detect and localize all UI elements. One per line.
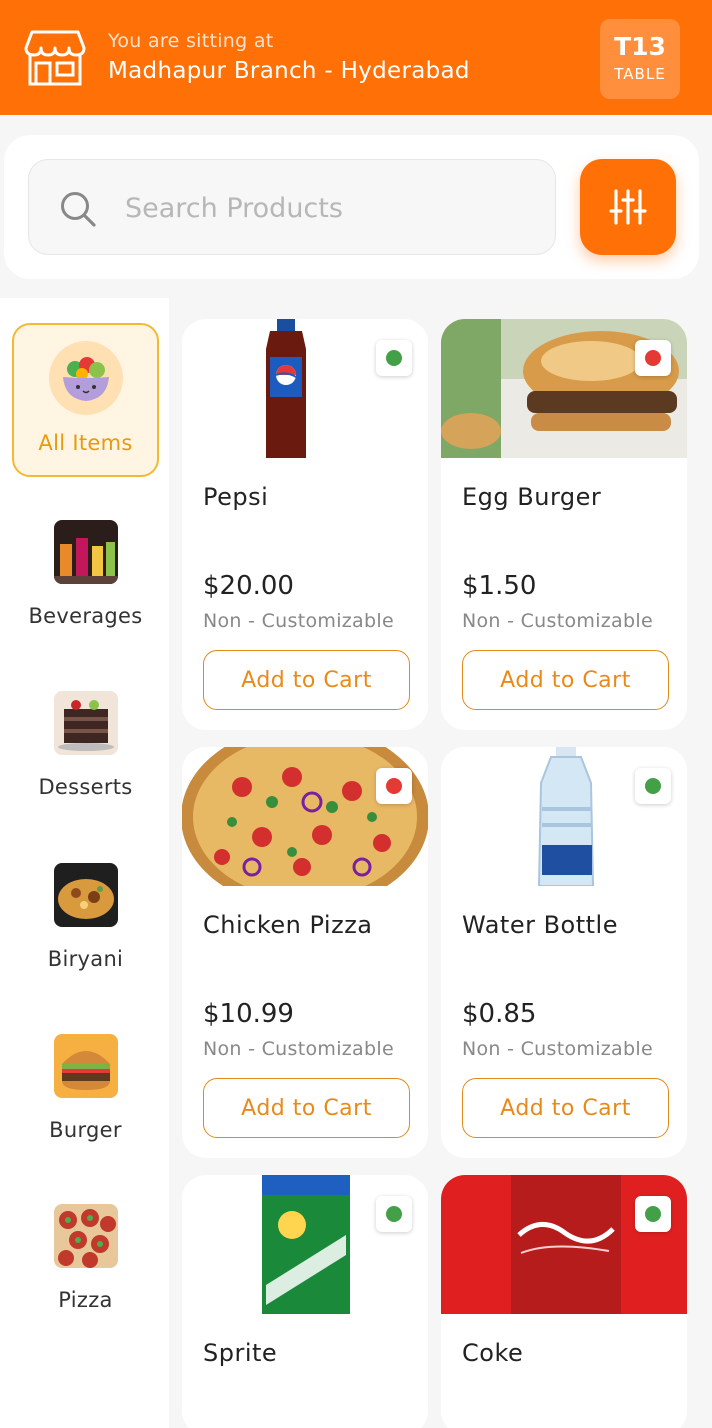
branch-name: Madhapur Branch - Hyderabad bbox=[108, 58, 470, 84]
product-price: $10.99 bbox=[203, 999, 294, 1029]
product-name: Water Bottle bbox=[462, 911, 618, 939]
cake-icon bbox=[53, 691, 118, 755]
category-beverages[interactable]: Beverages bbox=[12, 498, 159, 652]
product-price: $1.50 bbox=[462, 571, 537, 601]
product-note: Non - Customizable bbox=[203, 610, 394, 632]
pizza-icon bbox=[53, 1204, 118, 1268]
table-label: TABLE bbox=[614, 65, 666, 83]
search-panel bbox=[4, 135, 699, 279]
veg-indicator bbox=[635, 1196, 671, 1232]
salad-bowl-icon bbox=[48, 341, 123, 415]
category-label: Beverages bbox=[28, 604, 143, 628]
product-name: Sprite bbox=[203, 1339, 278, 1367]
add-to-cart-button[interactable]: Add to Cart bbox=[462, 650, 669, 710]
location-caption: You are sitting at bbox=[108, 30, 274, 52]
category-label: Biryani bbox=[47, 947, 124, 971]
product-card[interactable]: Pepsi $20.00 Non - Customizable Add to C… bbox=[182, 319, 428, 730]
add-to-cart-button[interactable]: Add to Cart bbox=[203, 650, 410, 710]
product-name: Egg Burger bbox=[462, 483, 602, 511]
add-to-cart-button[interactable]: Add to Cart bbox=[203, 1078, 410, 1138]
non-veg-indicator bbox=[376, 768, 412, 804]
sliders-icon bbox=[609, 189, 647, 225]
product-price: $20.00 bbox=[203, 571, 294, 601]
search-input[interactable] bbox=[125, 184, 525, 232]
product-card[interactable]: Sprite bbox=[182, 1175, 428, 1428]
product-note: Non - Customizable bbox=[203, 1038, 394, 1060]
product-price: $0.85 bbox=[462, 999, 537, 1029]
storefront-icon bbox=[24, 30, 86, 86]
drinks-icon bbox=[53, 520, 118, 584]
category-label: Pizza bbox=[58, 1288, 113, 1312]
product-note: Non - Customizable bbox=[462, 1038, 653, 1060]
category-label: Desserts bbox=[38, 775, 133, 799]
veg-indicator bbox=[376, 1196, 412, 1232]
category-sidebar: All Items Beverages Desserts Biryani Bur… bbox=[0, 298, 169, 1428]
app-header: You are sitting at Madhapur Branch - Hyd… bbox=[0, 0, 712, 115]
category-label: Burger bbox=[49, 1118, 122, 1142]
table-code: T13 bbox=[614, 32, 666, 61]
product-card[interactable]: Chicken Pizza $10.99 Non - Customizable … bbox=[182, 747, 428, 1158]
search-box[interactable] bbox=[28, 159, 556, 255]
product-name: Chicken Pizza bbox=[203, 911, 373, 939]
category-burger[interactable]: Burger bbox=[12, 1012, 159, 1166]
product-card[interactable]: Coke bbox=[441, 1175, 687, 1428]
table-badge[interactable]: T13 TABLE bbox=[600, 19, 680, 99]
search-icon bbox=[61, 192, 96, 227]
product-card[interactable]: Egg Burger $1.50 Non - Customizable Add … bbox=[441, 319, 687, 730]
filter-button[interactable] bbox=[580, 159, 676, 255]
category-label: All Items bbox=[38, 431, 133, 455]
product-name: Coke bbox=[462, 1339, 524, 1367]
burger-icon bbox=[53, 1034, 118, 1098]
rice-dish-icon bbox=[53, 863, 118, 927]
category-all-items[interactable]: All Items bbox=[12, 323, 159, 477]
category-desserts[interactable]: Desserts bbox=[12, 669, 159, 823]
product-note: Non - Customizable bbox=[462, 610, 653, 632]
veg-indicator bbox=[635, 768, 671, 804]
add-to-cart-button[interactable]: Add to Cart bbox=[462, 1078, 669, 1138]
non-veg-indicator bbox=[635, 340, 671, 376]
product-card[interactable]: Water Bottle $0.85 Non - Customizable Ad… bbox=[441, 747, 687, 1158]
product-name: Pepsi bbox=[203, 483, 269, 511]
category-biryani[interactable]: Biryani bbox=[12, 841, 159, 995]
category-pizza[interactable]: Pizza bbox=[12, 1182, 159, 1336]
veg-indicator bbox=[376, 340, 412, 376]
